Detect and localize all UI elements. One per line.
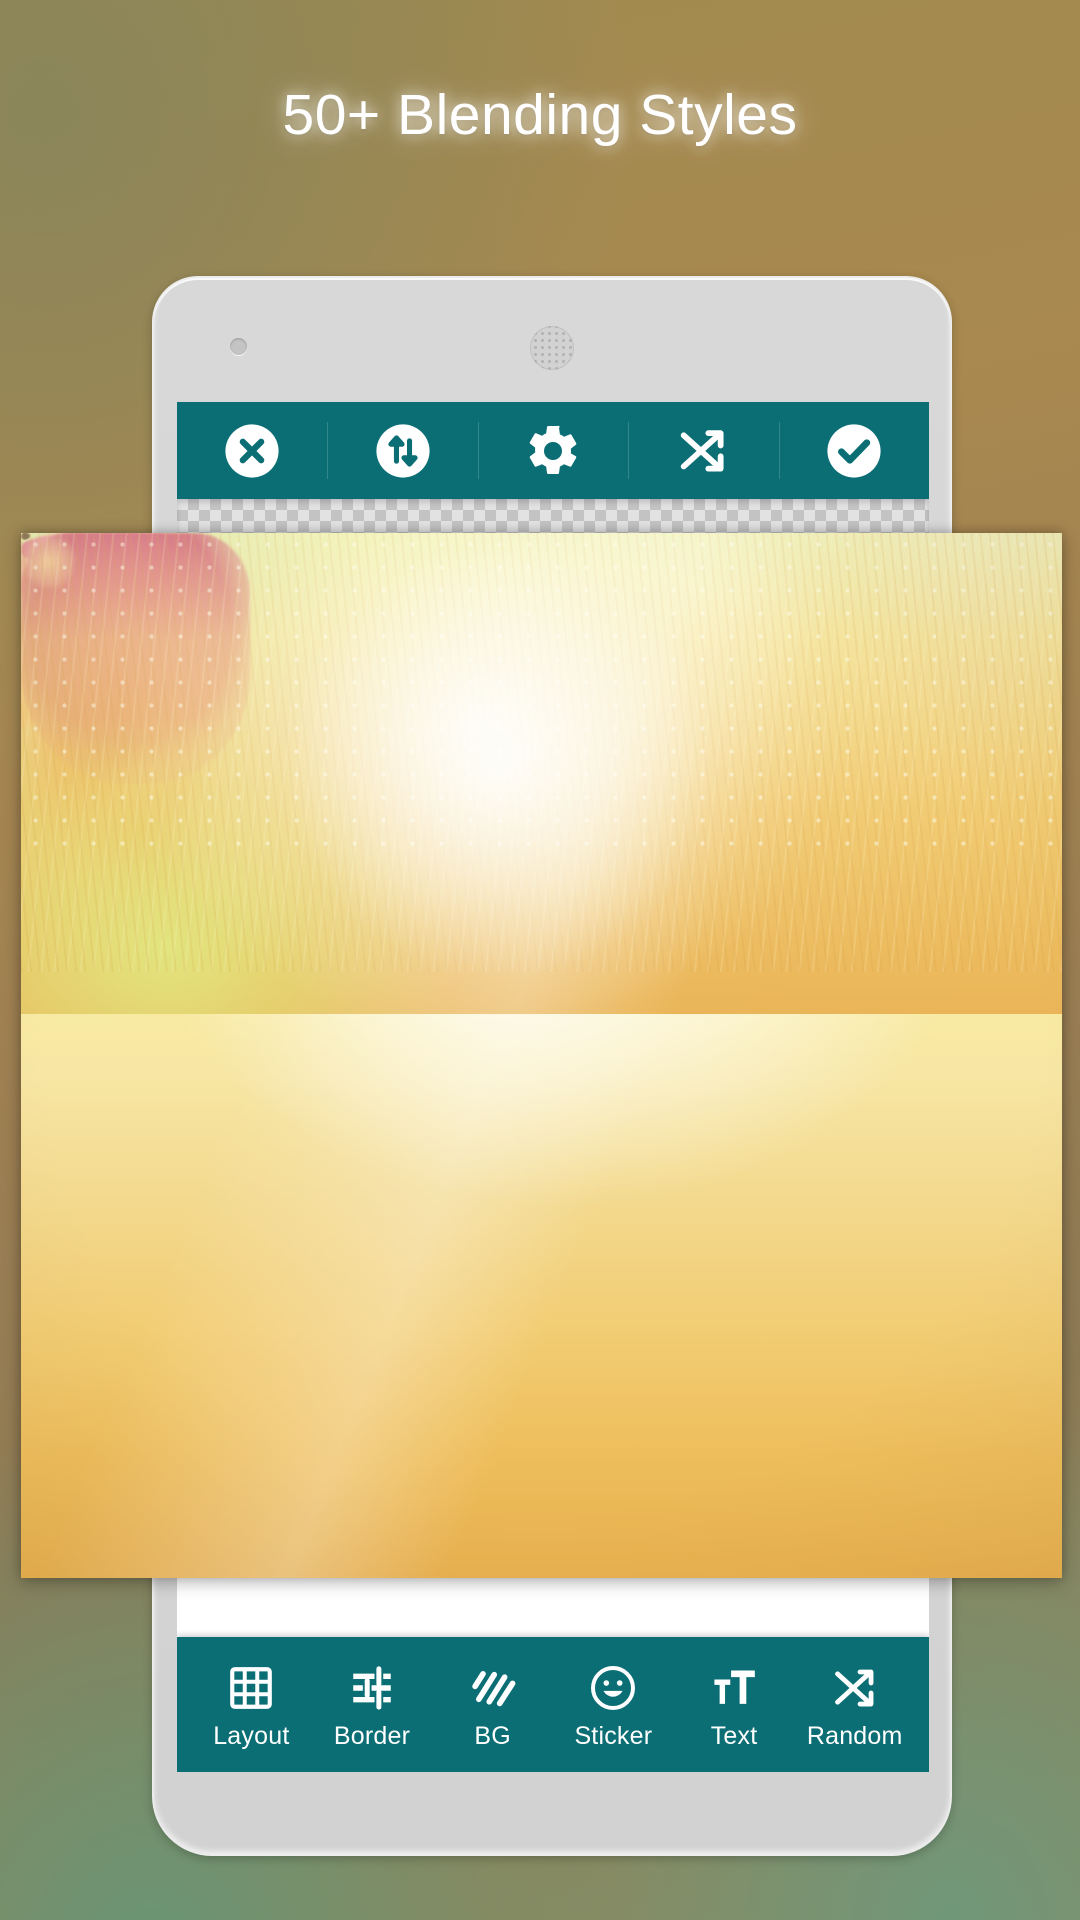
text-size-icon [709,1661,759,1715]
confirm-button[interactable] [779,402,929,499]
nav-item-layout[interactable]: Layout [191,1637,312,1772]
close-circle-icon [223,422,281,480]
check-circle-icon [825,422,883,480]
nav-item-border[interactable]: Border [312,1637,433,1772]
swap-button[interactable] [327,402,477,499]
shuffle-icon [674,422,732,480]
nav-item-text[interactable]: Text [674,1637,795,1772]
swap-vertical-circle-icon [374,422,432,480]
editor-top-toolbar [177,402,929,499]
edited-photo-preview[interactable] [21,533,1062,1578]
nav-label: Layout [213,1724,289,1749]
sliders-icon [347,1661,397,1715]
diagonal-stripes-icon [468,1661,518,1715]
gear-icon [523,421,583,481]
nav-item-bg[interactable]: BG [432,1637,553,1772]
grid-icon [226,1661,276,1715]
photo-light-streak [21,533,1062,1578]
earpiece-speaker-grille-icon [530,326,574,370]
nav-label: Border [334,1724,410,1749]
editor-bottom-nav: Layout Border [177,1637,929,1772]
nav-label: Random [807,1724,903,1749]
settings-button[interactable] [478,402,628,499]
promo-screenshot: 50+ Blending Styles [0,0,1080,1920]
nav-label: Sticker [574,1724,652,1749]
nav-label: Text [711,1724,758,1749]
shuffle-button[interactable] [628,402,778,499]
nav-label: BG [474,1724,511,1749]
nav-item-random[interactable]: Random [794,1637,915,1772]
shuffle-icon [830,1661,880,1715]
nav-item-sticker[interactable]: Sticker [553,1637,674,1772]
close-button[interactable] [177,402,327,499]
page-title: 50+ Blending Styles [0,82,1080,148]
front-camera-dot-icon [230,338,247,355]
smiley-icon [588,1661,638,1715]
